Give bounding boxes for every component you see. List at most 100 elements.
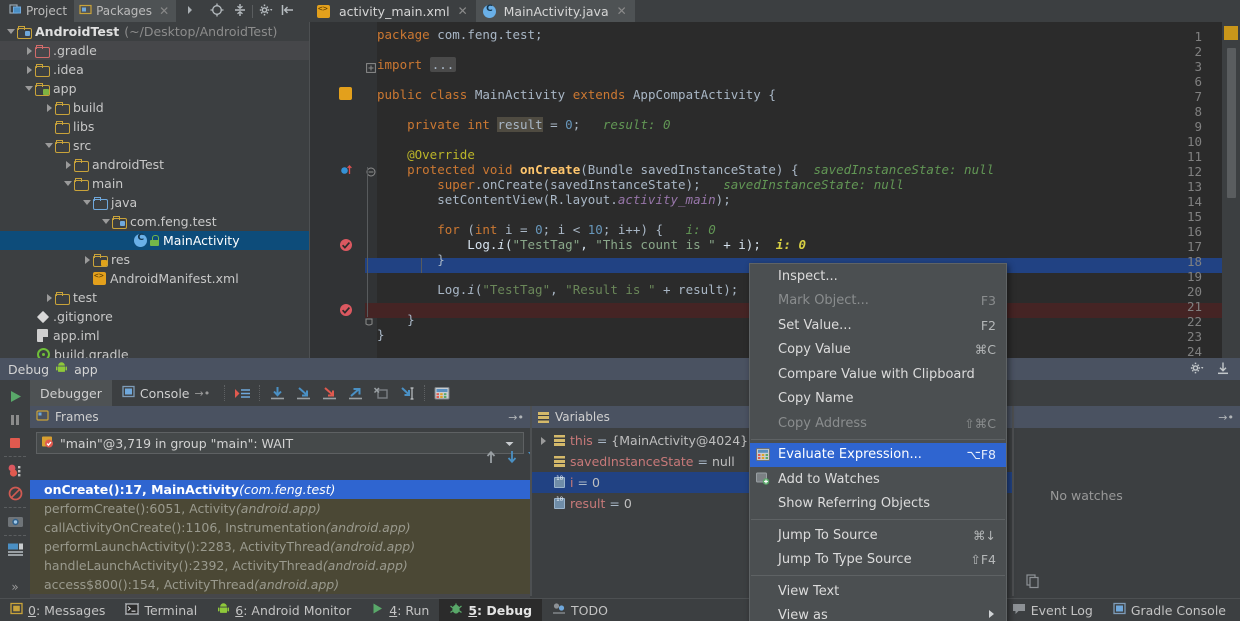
tree-node-mainactivity[interactable]: MainActivity — [0, 231, 310, 250]
tree-node-main[interactable]: main — [0, 174, 310, 193]
target-icon[interactable] — [210, 3, 224, 20]
chevron-down-icon[interactable] — [24, 83, 35, 94]
copy-icon[interactable] — [1026, 574, 1040, 592]
tree-node-idea[interactable]: .idea — [0, 60, 310, 79]
editor-gutter[interactable] — [310, 22, 365, 358]
chevron-down-icon[interactable] — [500, 436, 519, 451]
hide-icon[interactable] — [281, 3, 295, 20]
status-item-gradle-console[interactable]: Gradle Console — [1103, 599, 1240, 621]
pause-program-button[interactable] — [2, 408, 28, 431]
chevron-down-icon[interactable] — [6, 26, 17, 37]
close-icon[interactable]: ✕ — [458, 4, 468, 18]
chevron-down-icon[interactable] — [44, 140, 55, 151]
step-out-button[interactable] — [342, 380, 368, 406]
status-item-event-log[interactable]: Event Log — [1002, 599, 1103, 621]
chevron-down-icon[interactable] — [101, 216, 112, 227]
pin-tab-icon[interactable]: →• — [195, 387, 211, 400]
tree-node-libs[interactable]: libs — [0, 117, 310, 136]
chevron-down-icon[interactable] — [82, 197, 93, 208]
status-item-run[interactable]: 4: Run — [361, 599, 439, 621]
tree-node-gradle[interactable]: .gradle — [0, 41, 310, 60]
step-into-button[interactable] — [290, 380, 316, 406]
frame-item[interactable]: performLaunchActivity():2283, ActivityTh… — [30, 537, 530, 556]
scrollbar-thumb[interactable] — [1227, 48, 1236, 198]
tree-node-buildgradle[interactable]: build.gradle — [0, 345, 310, 358]
menu-item-copy-name[interactable]: Copy Name — [750, 387, 1006, 412]
scrollbar-warning-marker[interactable] — [1224, 26, 1238, 40]
tab-debugger[interactable]: Debugger — [30, 380, 112, 406]
menu-item-evaluate-expression[interactable]: Evaluate Expression... ⌥F8 — [750, 443, 1006, 468]
frame-item[interactable]: onCreate():17, MainActivity (com.feng.te… — [30, 480, 530, 499]
chevron-down-icon[interactable] — [63, 178, 74, 189]
menu-item-view-as[interactable]: View as — [750, 604, 1006, 621]
tree-node-androidtest-src[interactable]: androidTest — [0, 155, 310, 174]
tree-node-src[interactable]: src — [0, 136, 310, 155]
override-method-icon[interactable] — [340, 163, 354, 180]
status-item-debug[interactable]: 5: Debug — [439, 599, 542, 621]
run-to-cursor-button[interactable] — [394, 380, 420, 406]
xml-layout-marker-icon[interactable] — [339, 87, 352, 100]
expand-arrow-icon[interactable] — [184, 4, 196, 19]
editor-tab-activity-main-xml[interactable]: activity_main.xml ✕ — [310, 0, 476, 22]
show-execution-point-button[interactable] — [229, 380, 255, 406]
menu-item-inspect[interactable]: Inspect... — [750, 264, 1006, 289]
fold-expand-icon[interactable] — [366, 61, 376, 76]
hide-icon[interactable] — [1216, 361, 1230, 378]
gear-icon[interactable] — [258, 3, 273, 20]
chevron-double-right-icon[interactable]: » — [2, 575, 28, 598]
collapse-all-icon[interactable] — [233, 3, 247, 20]
drop-frame-button[interactable] — [368, 380, 394, 406]
status-item-todo[interactable]: TODO — [542, 599, 618, 621]
resume-program-button[interactable] — [2, 385, 28, 408]
chevron-right-icon[interactable] — [44, 292, 55, 303]
restore-layout-button[interactable] — [2, 538, 28, 561]
tree-node-appiml[interactable]: app.iml — [0, 326, 310, 345]
arrow-down-icon[interactable] — [506, 450, 518, 467]
tree-node-test[interactable]: test — [0, 288, 310, 307]
step-over-button[interactable] — [264, 380, 290, 406]
breakpoint-verified-icon[interactable] — [339, 238, 353, 255]
menu-item-copy-value[interactable]: Copy Value ⌘C — [750, 338, 1006, 363]
frame-item[interactable]: performCreate():6051, Activity (android.… — [30, 499, 530, 518]
tree-node-java[interactable]: java — [0, 193, 310, 212]
stop-button[interactable] — [2, 431, 28, 454]
tab-console[interactable]: Console →• — [112, 380, 220, 406]
menu-item-set-value[interactable]: Set Value... F2 — [750, 313, 1006, 338]
tree-node-gitignore[interactable]: .gitignore — [0, 307, 310, 326]
evaluate-expression-button[interactable] — [429, 380, 455, 406]
arrow-up-icon[interactable] — [485, 450, 497, 467]
menu-item-compare-value-with-clipboard[interactable]: Compare Value with Clipboard — [750, 362, 1006, 387]
close-icon[interactable]: ✕ — [159, 4, 169, 18]
editor-tab-mainactivity-java[interactable]: MainActivity.java ✕ — [476, 0, 635, 22]
tree-node-res[interactable]: res — [0, 250, 310, 269]
status-item-android-monitor[interactable]: 6: Android Monitor — [207, 599, 361, 621]
status-item-messages[interactable]: 0: Messages — [0, 599, 115, 621]
menu-item-add-to-watches[interactable]: Add to Watches — [750, 467, 1006, 492]
frame-item[interactable]: access$800():154, ActivityThread (androi… — [30, 575, 530, 594]
tree-node-app[interactable]: app — [0, 79, 310, 98]
frames-list[interactable]: onCreate():17, MainActivity (com.feng.te… — [30, 480, 530, 613]
variable-context-menu[interactable]: Inspect... Mark Object... F3 Set Value..… — [749, 263, 1007, 621]
tree-node-manifest[interactable]: AndroidManifest.xml — [0, 269, 310, 288]
close-icon[interactable]: ✕ — [617, 4, 627, 18]
editor-scrollbar[interactable] — [1222, 22, 1240, 358]
project-tree-panel[interactable]: AndroidTest (~/Desktop/AndroidTest) .gra… — [0, 22, 310, 358]
menu-item-jump-to-source[interactable]: Jump To Source ⌘↓ — [750, 523, 1006, 548]
tool-tab-packages[interactable]: Packages ✕ — [74, 0, 176, 22]
tree-node-androidtest[interactable]: AndroidTest (~/Desktop/AndroidTest) — [0, 22, 310, 41]
camera-settings-icon[interactable] — [2, 510, 28, 533]
frame-item[interactable]: callActivityOnCreate():1106, Instrumenta… — [30, 518, 530, 537]
chevron-right-icon[interactable] — [82, 254, 93, 265]
gear-icon[interactable] — [1189, 361, 1204, 378]
thread-selector[interactable]: "main"@3,719 in group "main": WAIT — [36, 432, 524, 454]
tool-tab-project[interactable]: Project — [4, 0, 74, 22]
menu-item-jump-to-type-source[interactable]: Jump To Type Source ⇧F4 — [750, 548, 1006, 573]
chevron-right-icon[interactable] — [63, 159, 74, 170]
breakpoint-verified-icon[interactable] — [339, 303, 353, 320]
view-breakpoints-button[interactable] — [2, 459, 28, 482]
status-item-terminal[interactable]: Terminal — [115, 599, 207, 621]
chevron-right-icon[interactable] — [24, 45, 35, 56]
chevron-right-icon[interactable] — [24, 64, 35, 75]
chevron-right-icon[interactable] — [538, 435, 549, 446]
pin-pane-icon[interactable]: →• — [508, 411, 524, 424]
